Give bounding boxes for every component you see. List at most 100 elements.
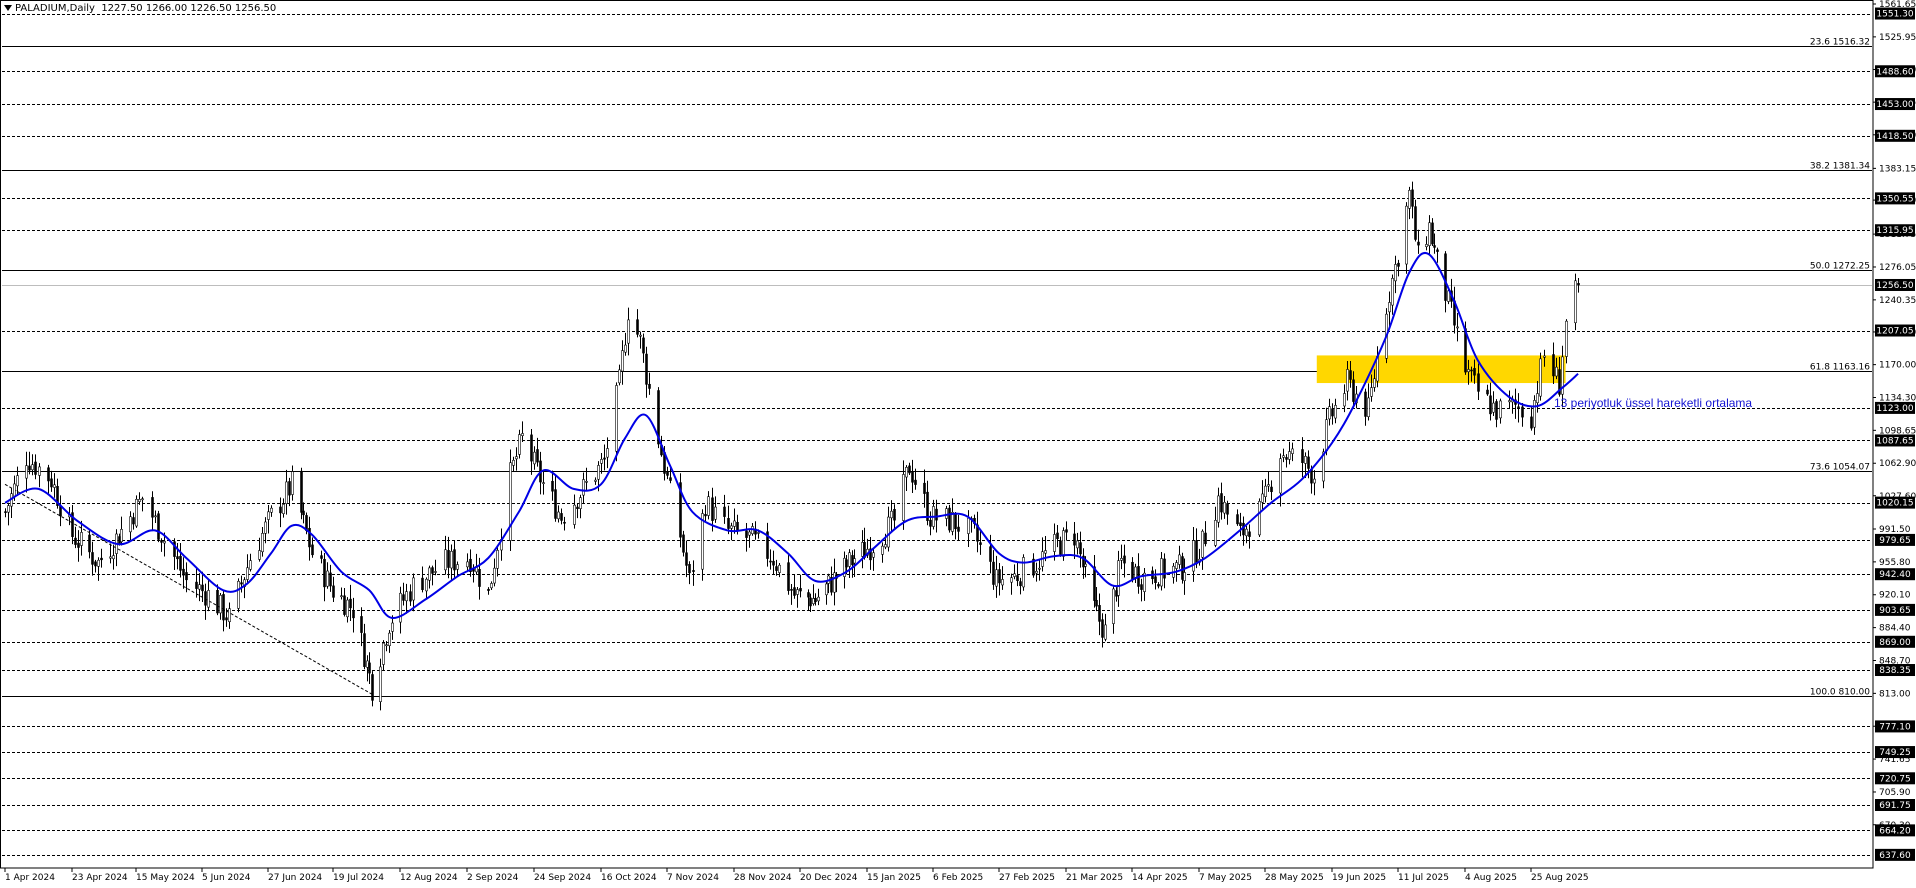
candle-body [606,448,609,458]
candle-body [207,590,210,608]
candle-body [258,550,261,560]
candle-body [466,561,469,568]
candle-body [340,595,343,598]
candle-body [533,451,536,465]
x-tick-label: 24 Sep 2024 [534,873,591,883]
candle-body [100,557,103,561]
candle-body [542,482,545,484]
candle-body [28,465,31,471]
candle-body [948,507,951,531]
candle-body [409,591,412,602]
candle-body [618,369,621,384]
candle-body [1394,264,1397,282]
candle-body [94,561,97,567]
candle-body [790,589,793,591]
candle-body [914,479,917,485]
level-price-label: 1207.05 [1876,327,1913,337]
candle-body [1489,395,1492,415]
candle-body [1220,493,1223,513]
candle-body [666,471,669,476]
ohlc-label: 1227.50 1266.00 1226.50 1256.50 [101,3,277,14]
candle-body [1285,457,1288,460]
candle-body [554,489,557,519]
candle-body [371,674,374,701]
x-tick-label: 15 May 2024 [136,873,195,883]
candle-body [881,545,884,555]
candle-body [1044,550,1047,554]
candle-body [579,497,582,509]
candle-body [757,532,760,534]
candle-body [1157,584,1160,587]
level-price-label: 1551.30 [1876,10,1913,20]
candle-body [360,616,363,633]
candle-body [748,531,751,536]
candle-body [902,474,905,521]
candle-body [1245,528,1248,537]
candle-body [352,610,355,619]
candle-body [444,549,447,571]
y-tick-label: 705.90 [1879,788,1911,798]
ema-annotation-label: 13 periyotluk üssel hareketli ortalama [1554,396,1752,410]
candle-body [603,457,606,460]
candle-body [793,587,796,596]
candle-body [887,516,890,548]
candle-body [1101,619,1104,638]
candle-body [349,598,352,609]
candle-body [1175,562,1178,569]
candle-body [995,569,998,587]
candle-body [807,592,810,598]
candle-body [809,597,812,607]
candle-body [935,508,938,521]
fib-level-label: 23.6 1516.32 [1810,38,1870,48]
candle-body [228,608,231,623]
x-tick-label: 14 Apr 2025 [1132,873,1188,883]
candle-body [1154,576,1157,584]
x-tick-label: 6 Feb 2025 [933,873,983,883]
candle-body [775,566,778,571]
candle-body [1291,448,1294,454]
support-zone [1316,355,1566,384]
candle-body [1160,558,1163,587]
candle-body [884,544,887,548]
x-tick-label: 4 Aug 2025 [1465,873,1517,883]
candle-body [1134,566,1137,578]
candle-body [923,482,926,494]
candle-body [1405,205,1408,265]
candle-body [1181,556,1184,580]
candle-body [431,567,434,574]
candle-body [1223,502,1226,514]
candle-body [379,666,382,702]
candle-body [38,466,41,476]
candle-body [496,550,499,569]
x-tick-label: 27 Feb 2025 [999,873,1055,883]
candle-body [669,477,672,481]
candle-body [521,433,524,436]
level-price-label: 838.35 [1879,666,1911,676]
candle-body [711,497,714,521]
candle-body [1552,354,1555,377]
y-tick-label: 1525.95 [1879,33,1916,43]
candle-body [796,589,799,595]
candle-body [1367,397,1370,418]
x-tick-label: 2 Sep 2024 [467,873,519,883]
candle-body [1508,400,1511,403]
candle-body [112,555,115,560]
candle-body [31,464,34,471]
candle-body [1270,486,1273,493]
candle-body [1076,540,1079,549]
candle-body [88,534,91,553]
x-tick-label: 27 Jun 2024 [268,873,322,883]
level-price-label: 1087.65 [1876,436,1913,446]
candle-body [536,449,539,463]
candle-body [701,513,704,570]
candle-body [405,591,408,602]
y-tick-label: 1276.05 [1879,263,1916,273]
candle-body [478,568,481,587]
collapse-triangle-icon[interactable] [4,5,12,11]
candle-body [1543,355,1546,358]
candle-body [576,506,579,509]
candle-body [615,385,618,452]
candle-body [1373,378,1376,388]
candle-body [954,513,957,530]
level-price-label: 1453.00 [1876,100,1913,110]
